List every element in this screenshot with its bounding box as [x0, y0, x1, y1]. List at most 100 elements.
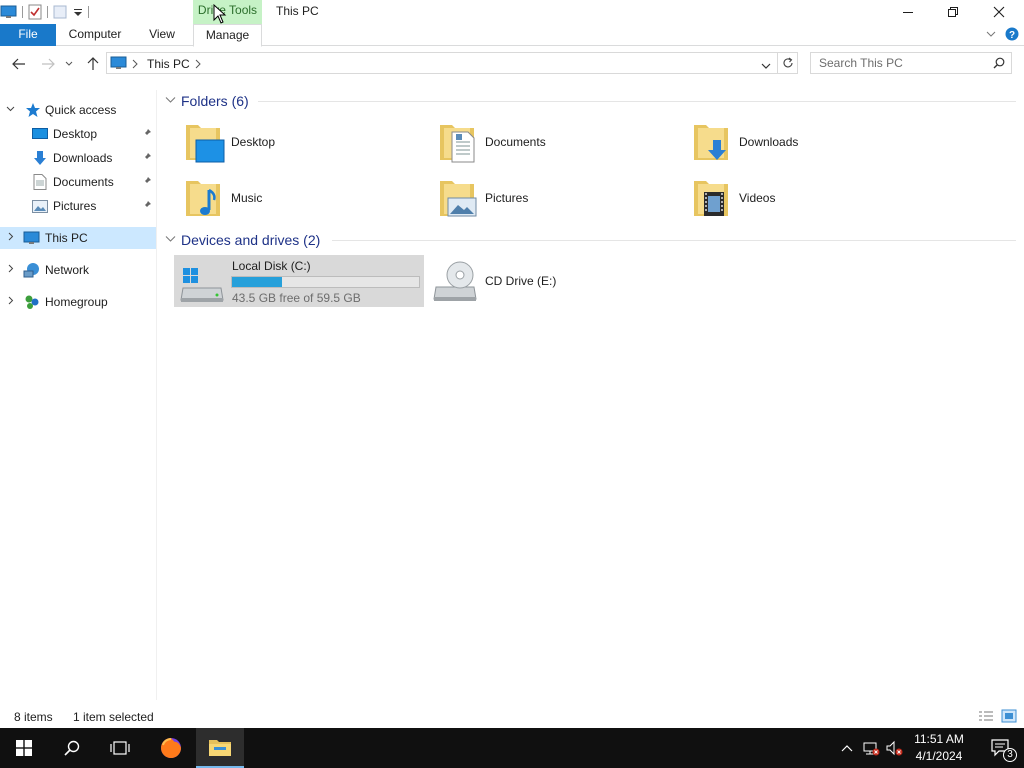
folder-label: Documents	[485, 135, 546, 149]
tab-file[interactable]: File	[0, 24, 56, 46]
drive-label: CD Drive (E:)	[485, 274, 557, 288]
restore-button[interactable]	[930, 0, 976, 24]
nav-item-quick-access[interactable]: Quick access	[0, 99, 156, 121]
network-disconnected-icon	[863, 742, 880, 756]
folder-tile-pictures[interactable]: Pictures	[428, 172, 678, 224]
folder-documents-icon	[436, 120, 480, 164]
folder-tile-music[interactable]: Music	[174, 172, 424, 224]
task-view-button[interactable]	[96, 728, 144, 768]
recent-locations-button[interactable]	[62, 54, 76, 74]
expand-chevron-icon[interactable]	[5, 232, 15, 244]
tab-manage[interactable]: Manage	[193, 24, 262, 47]
nav-item-this-pc[interactable]: This PC	[0, 227, 156, 249]
large-icons-view-icon[interactable]	[1001, 709, 1017, 726]
group-header-folders[interactable]: Folders (6)	[165, 91, 249, 111]
pin-icon[interactable]	[142, 151, 152, 165]
pin-icon[interactable]	[142, 199, 152, 213]
close-button[interactable]	[976, 0, 1022, 24]
firefox-taskbar-button[interactable]	[147, 728, 195, 768]
action-center-button[interactable]: 3	[978, 728, 1024, 768]
breadcrumb-separator-icon[interactable]	[132, 58, 138, 72]
folder-tile-documents[interactable]: Documents	[428, 116, 678, 168]
star-icon	[24, 102, 42, 118]
breadcrumb-chevron-icon[interactable]	[195, 58, 201, 72]
navigation-pane: Quick access Desktop Downloads Documents	[0, 90, 157, 700]
windows-logo-icon	[16, 740, 32, 756]
clock-date: 4/1/2024	[915, 749, 963, 763]
this-pc-icon[interactable]	[0, 4, 18, 20]
minimize-button[interactable]	[885, 0, 931, 24]
forward-button[interactable]	[38, 54, 58, 74]
collapse-chevron-icon[interactable]	[5, 104, 15, 116]
forward-arrow-icon	[42, 58, 55, 70]
back-arrow-icon	[12, 58, 25, 70]
nav-item-desktop[interactable]: Desktop	[0, 123, 156, 145]
folder-tile-downloads[interactable]: Downloads	[682, 116, 932, 168]
tab-computer[interactable]: Computer	[62, 24, 128, 46]
breadcrumb-this-pc[interactable]: This PC	[147, 57, 190, 71]
nav-label: Network	[45, 263, 90, 277]
nav-item-documents[interactable]: Documents	[0, 171, 156, 193]
pin-icon[interactable]	[142, 175, 152, 189]
folder-label: Videos	[739, 191, 776, 205]
taskbar-clock[interactable]: 11:51 AM 4/1/2024	[904, 731, 974, 765]
volume-tray-button[interactable]	[884, 728, 906, 768]
minimize-icon	[903, 12, 913, 13]
search-taskbar-button[interactable]	[48, 728, 96, 768]
group-collapse-chevron-icon[interactable]	[165, 95, 179, 107]
folder-tile-desktop[interactable]: Desktop	[174, 116, 424, 168]
folder-tile-videos[interactable]: Videos	[682, 172, 932, 224]
search-input[interactable]	[819, 53, 989, 73]
status-item-count: 8 items	[14, 710, 53, 724]
up-button[interactable]	[83, 54, 103, 74]
nav-item-pictures[interactable]: Pictures	[0, 195, 156, 217]
close-icon	[993, 6, 1005, 18]
drive-usage-bar	[231, 276, 420, 288]
expand-ribbon-icon[interactable]	[985, 28, 997, 43]
computer-icon	[23, 230, 41, 246]
search-box[interactable]	[810, 52, 1012, 74]
network-icon	[23, 262, 41, 278]
nav-item-network[interactable]: Network	[0, 259, 156, 281]
group-header-devices[interactable]: Devices and drives (2)	[165, 230, 320, 250]
folder-music-icon	[182, 176, 226, 220]
navigation-row: This PC	[0, 51, 1024, 77]
this-pc-address-icon	[110, 55, 128, 74]
folder-label: Downloads	[739, 135, 799, 149]
nav-label: Desktop	[53, 127, 98, 141]
picture-icon	[31, 198, 49, 214]
nav-item-homegroup[interactable]: Homegroup	[0, 291, 156, 313]
status-bar: 8 items 1 item selected	[0, 706, 1024, 728]
desktop-icon	[31, 126, 49, 142]
back-button[interactable]	[9, 54, 29, 74]
properties-icon[interactable]	[27, 4, 43, 20]
address-bar[interactable]: This PC	[106, 52, 778, 74]
nav-label: This PC	[45, 231, 88, 245]
group-collapse-chevron-icon[interactable]	[165, 234, 179, 246]
expand-chevron-icon[interactable]	[5, 264, 15, 276]
nav-item-downloads[interactable]: Downloads	[0, 147, 156, 169]
file-explorer-taskbar-button[interactable]	[196, 728, 244, 768]
refresh-button[interactable]	[778, 52, 798, 74]
document-icon	[31, 174, 49, 190]
drive-tile-cd-drive-e[interactable]: CD Drive (E:)	[428, 255, 678, 307]
start-button[interactable]	[0, 728, 48, 768]
address-history-dropdown-icon[interactable]	[761, 59, 771, 73]
chevron-up-icon	[841, 745, 853, 752]
drive-tile-local-disk-c[interactable]: Local Disk (C:) 43.5 GB free of 59.5 GB	[174, 255, 424, 307]
new-folder-icon[interactable]	[52, 4, 68, 20]
pin-icon[interactable]	[142, 127, 152, 141]
show-hidden-icons-button[interactable]	[838, 728, 856, 768]
customize-qat-icon[interactable]	[72, 4, 84, 20]
folder-downloads-icon	[690, 120, 734, 164]
help-icon[interactable]: ?	[1005, 27, 1019, 44]
drive-usage-fill	[232, 277, 283, 287]
details-view-icon[interactable]	[978, 710, 994, 725]
restore-icon	[948, 7, 958, 17]
search-icon[interactable]	[993, 57, 1005, 72]
network-tray-button[interactable]	[860, 728, 882, 768]
group-title: Folders (6)	[181, 93, 249, 109]
tab-view[interactable]: View	[141, 24, 183, 46]
quick-access-toolbar	[0, 3, 93, 21]
expand-chevron-icon[interactable]	[5, 296, 15, 308]
